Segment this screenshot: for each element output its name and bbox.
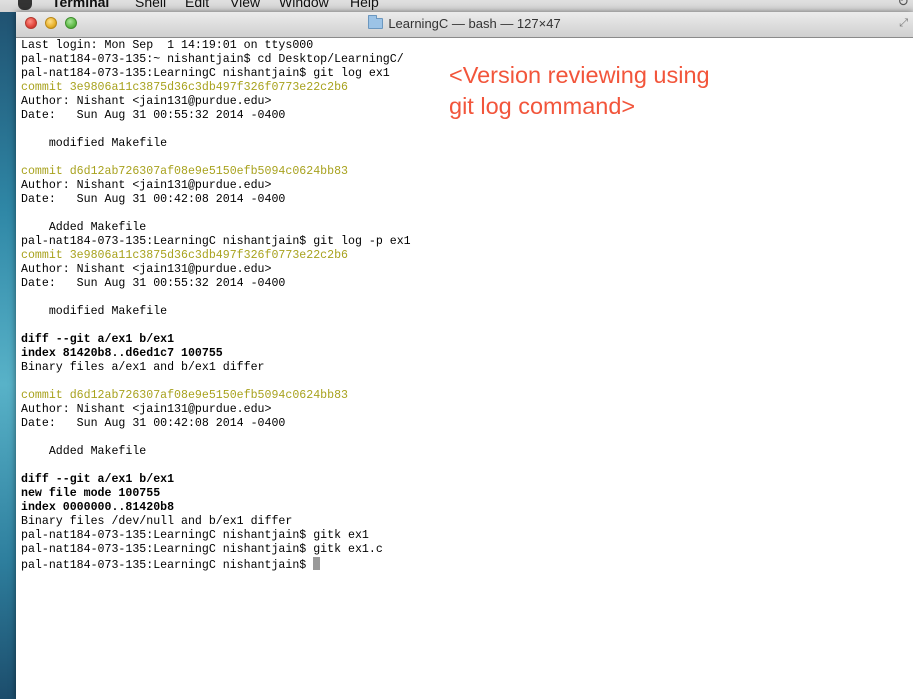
terminal-line-text: pal-nat184-073-135:LearningC nishantjain… (21, 235, 411, 248)
terminal-line-text: Date: Sun Aug 31 00:42:08 2014 -0400 (21, 417, 286, 430)
terminal-line-text: modified Makefile (21, 305, 168, 318)
terminal-line-text: modified Makefile (21, 137, 168, 150)
terminal-line-text: commit 3e9806a11c3875d36c3db497f326f0773… (21, 249, 348, 262)
terminal-line: Author: Nishant <jain131@purdue.edu> (21, 263, 901, 277)
desktop-background (0, 0, 16, 699)
terminal-line: Date: Sun Aug 31 00:42:08 2014 -0400 (21, 417, 901, 431)
terminal-line: diff --git a/ex1 b/ex1 (21, 473, 901, 487)
terminal-line: Date: Sun Aug 31 00:55:32 2014 -0400 (21, 277, 901, 291)
terminal-line: Author: Nishant <jain131@purdue.edu> (21, 403, 901, 417)
terminal-line: modified Makefile (21, 305, 901, 319)
terminal-line: Author: Nishant <jain131@purdue.edu> (21, 179, 901, 193)
terminal-line: Date: Sun Aug 31 00:42:08 2014 -0400 (21, 193, 901, 207)
terminal-line-text: pal-nat184-073-135:LearningC nishantjain… (21, 559, 314, 572)
terminal-line-text: Added Makefile (21, 445, 147, 458)
menu-help[interactable]: Help (350, 0, 379, 10)
terminal-line-text: index 81420b8..d6ed1c7 100755 (21, 347, 223, 360)
terminal-line: pal-nat184-073-135:LearningC nishantjain… (21, 235, 901, 249)
text-cursor (313, 557, 321, 570)
terminal-line-text: Author: Nishant <jain131@purdue.edu> (21, 263, 272, 276)
fullscreen-icon[interactable]: ⤢ (899, 17, 908, 30)
apple-menu-icon[interactable] (18, 0, 32, 10)
terminal-line-text: pal-nat184-073-135:LearningC nishantjain… (21, 543, 383, 556)
terminal-line-text: commit d6d12ab726307af08e9e5150efb5094c0… (21, 165, 348, 178)
terminal-line: Added Makefile (21, 221, 901, 235)
terminal-line-text: Binary files /dev/null and b/ex1 differ (21, 515, 293, 528)
terminal-line-text: diff --git a/ex1 b/ex1 (21, 473, 175, 486)
terminal-line-text: commit d6d12ab726307af08e9e5150efb5094c0… (21, 389, 348, 402)
terminal-line: commit d6d12ab726307af08e9e5150efb5094c0… (21, 165, 901, 179)
terminal-line-text: pal-nat184-073-135:LearningC nishantjain… (21, 529, 369, 542)
time-machine-icon[interactable]: ↻ (897, 0, 909, 10)
terminal-line: Last login: Mon Sep 1 14:19:01 on ttys00… (21, 39, 901, 53)
menu-bar: Terminal Shell Edit View Window Help ↻ (0, 0, 913, 12)
terminal-line-text: diff --git a/ex1 b/ex1 (21, 333, 175, 346)
terminal-line: Binary files /dev/null and b/ex1 differ (21, 515, 901, 529)
terminal-line: pal-nat184-073-135:LearningC nishantjain… (21, 543, 901, 557)
menu-window[interactable]: Window (279, 0, 329, 10)
terminal-line: diff --git a/ex1 b/ex1 (21, 333, 901, 347)
title-bar[interactable]: LearningC — bash — 127×47 ⤢ (16, 12, 913, 38)
terminal-line-text: Author: Nishant <jain131@purdue.edu> (21, 95, 272, 108)
terminal-line-text: new file mode 100755 (21, 487, 161, 500)
terminal-line: Binary files a/ex1 and b/ex1 differ (21, 361, 901, 375)
terminal-line-text: Date: Sun Aug 31 00:55:32 2014 -0400 (21, 277, 286, 290)
menu-edit[interactable]: Edit (185, 0, 209, 10)
terminal-line-text: commit 3e9806a11c3875d36c3db497f326f0773… (21, 81, 348, 94)
terminal-line-text: Date: Sun Aug 31 00:55:32 2014 -0400 (21, 109, 286, 122)
terminal-output[interactable]: Last login: Mon Sep 1 14:19:01 on ttys00… (21, 39, 901, 694)
window-title-container: LearningC — bash — 127×47 (16, 15, 913, 31)
terminal-line: pal-nat184-073-135:LearningC nishantjain… (21, 529, 901, 543)
terminal-line-text: Author: Nishant <jain131@purdue.edu> (21, 403, 272, 416)
menu-shell[interactable]: Shell (135, 0, 166, 10)
terminal-line-text: Date: Sun Aug 31 00:42:08 2014 -0400 (21, 193, 286, 206)
menu-terminal[interactable]: Terminal (52, 0, 109, 10)
terminal-line: commit 3e9806a11c3875d36c3db497f326f0773… (21, 249, 901, 263)
terminal-line-text: Last login: Mon Sep 1 14:19:01 on ttys00… (21, 39, 314, 52)
menu-view[interactable]: View (230, 0, 260, 10)
terminal-line: commit d6d12ab726307af08e9e5150efb5094c0… (21, 389, 901, 403)
terminal-line: index 81420b8..d6ed1c7 100755 (21, 347, 901, 361)
terminal-prompt-line: pal-nat184-073-135:LearningC nishantjain… (21, 557, 901, 572)
terminal-line: Added Makefile (21, 445, 901, 459)
terminal-line: index 0000000..81420b8 (21, 501, 901, 515)
terminal-line-text: Binary files a/ex1 and b/ex1 differ (21, 361, 265, 374)
terminal-line-text: pal-nat184-073-135:LearningC nishantjain… (21, 67, 390, 80)
terminal-line-text: pal-nat184-073-135:~ nishantjain$ cd Des… (21, 53, 404, 66)
annotation-text: <Version reviewing using git log command… (449, 62, 710, 119)
terminal-line-text: Added Makefile (21, 221, 147, 234)
terminal-line: new file mode 100755 (21, 487, 901, 501)
folder-icon (368, 15, 384, 29)
terminal-line-text: Author: Nishant <jain131@purdue.edu> (21, 179, 272, 192)
window-title: LearningC — bash — 127×47 (388, 16, 561, 31)
terminal-line-text: index 0000000..81420b8 (21, 501, 175, 514)
terminal-line: modified Makefile (21, 137, 901, 151)
